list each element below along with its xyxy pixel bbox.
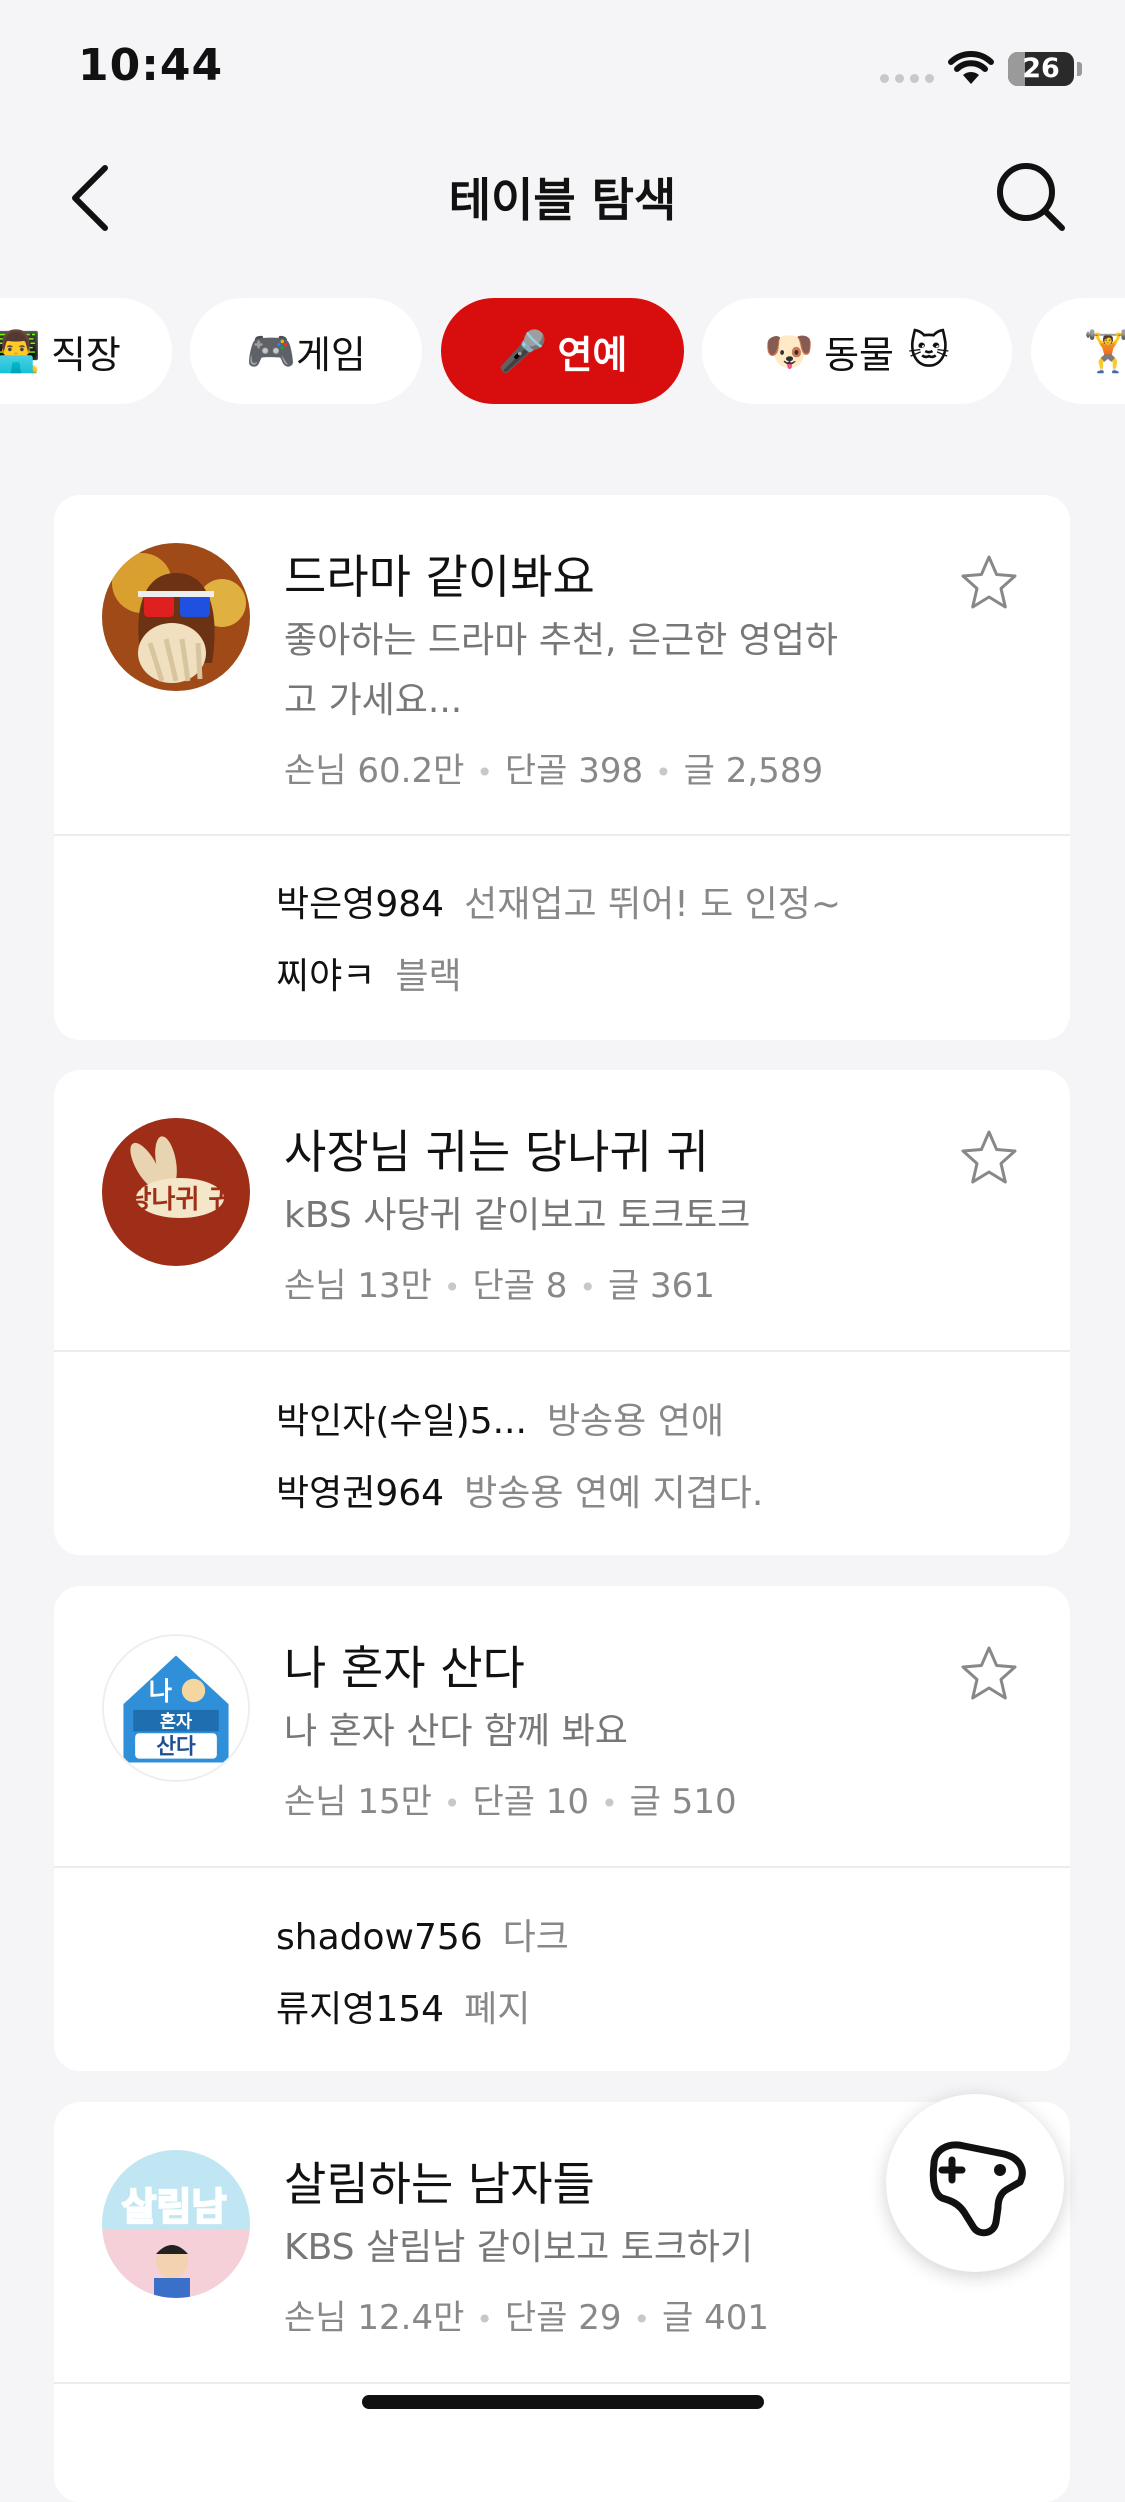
table-title: 나 혼자 산다: [284, 1641, 525, 1695]
comment-text: 방송용 연예 지겹다.: [464, 1473, 764, 1514]
logo-text: 산다: [156, 1735, 196, 1760]
office-worker-icon: 👨‍💻: [0, 328, 41, 375]
regular-count: 단골 10: [472, 1782, 590, 1822]
comment-row[interactable]: shadow756 다크: [276, 1908, 569, 1960]
cat-icon: 🐱: [908, 328, 950, 374]
comment-text: 선재업고 뛰어! 도 인정~: [464, 884, 842, 925]
category-chip-row[interactable]: 👨‍💻 직장 🎮 게임 🎤 연예 🐶 동물 🐱 🏋️: [0, 298, 1125, 410]
table-description: 좋아하는 드라마 추천, 은근한 영업하고 가세요...: [284, 620, 839, 721]
table-avatar: 당나귀 귀: [102, 1118, 250, 1266]
comment-user: 박은영984: [276, 884, 445, 925]
table-stats: 손님 15만 • 단골 10 • 글 510: [284, 1782, 737, 1822]
search-button[interactable]: [990, 156, 1070, 236]
category-label: 연예: [557, 332, 628, 377]
category-chip-work[interactable]: 👨‍💻 직장: [0, 298, 172, 404]
guest-count: 손님 60.2만: [284, 751, 465, 791]
wifi-icon: [948, 51, 994, 84]
guest-count: 손님 13만: [284, 1266, 432, 1306]
logo-text: 나: [149, 1677, 172, 1706]
comment-user: 류지영154: [276, 1989, 445, 2030]
star-icon: [961, 555, 1017, 609]
post-count: 글 361: [607, 1266, 715, 1306]
regular-count: 단골 29: [504, 2298, 622, 2338]
comment-user: 박영권964: [276, 1473, 445, 1514]
table-title: 드라마 같이봐요: [284, 550, 595, 604]
comment-text: 다크: [502, 1917, 569, 1958]
divider: [54, 1350, 1070, 1352]
table-description: 나 혼자 산다 함께 봐요: [284, 1711, 628, 1752]
game-launch-fab[interactable]: [886, 2094, 1064, 2272]
table-stats: 손님 12.4만 • 단골 29 • 글 401: [284, 2298, 770, 2338]
divider: [54, 2382, 1070, 2384]
table-avatar: [102, 543, 250, 691]
table-title: 살림하는 남자들: [284, 2157, 595, 2211]
status-time: 10:44: [78, 40, 224, 91]
favorite-button[interactable]: [954, 1640, 1024, 1710]
post-count: 글 510: [629, 1782, 737, 1822]
table-stats: 손님 60.2만 • 단골 398 • 글 2,589: [284, 751, 824, 791]
table-card[interactable]: 당나귀 귀 사장님 귀는 당나귀 귀 kBS 사당귀 같이보고 토크토크 손님 …: [54, 1070, 1070, 1555]
table-card[interactable]: 드라마 같이봐요 좋아하는 드라마 추천, 은근한 영업하고 가세요... 손님…: [54, 495, 1070, 1040]
comment-row[interactable]: 박인자(수일)5... 방송용 연애: [276, 1392, 724, 1444]
table-stats: 손님 13만 • 단골 8 • 글 361: [284, 1266, 715, 1306]
category-label: 동물: [824, 332, 895, 377]
game-controller-add-icon: [929, 2141, 1026, 2237]
regular-count: 단골 398: [504, 751, 644, 791]
star-icon: [961, 1130, 1017, 1184]
table-card[interactable]: 나 혼자 산다 나 혼자 산다 나 혼자 산다 함께 봐요 손님 15만 • 단골 …: [54, 1586, 1070, 2071]
favorite-button[interactable]: [954, 549, 1024, 619]
page-title: 테이블 탐색: [448, 173, 677, 227]
post-count: 글 401: [662, 2298, 770, 2338]
logo-text: 혼자: [160, 1711, 192, 1732]
comment-user: 찌야ㅋ: [276, 956, 376, 997]
cellular-signal-icon: [880, 74, 934, 83]
comment-row[interactable]: 박은영984 선재업고 뛰어! 도 인정~: [276, 875, 841, 927]
nav-bar: 테이블 탐색: [0, 130, 1125, 260]
comment-text: 방송용 연애: [546, 1401, 724, 1442]
comment-user: shadow756: [276, 1917, 483, 1958]
table-description: KBS 살림남 같이보고 토크하기: [284, 2227, 754, 2268]
comment-text: 블랙: [395, 956, 462, 997]
battery-level: 26: [1022, 53, 1060, 84]
weightlifter-icon: 🏋️: [1083, 328, 1125, 375]
search-icon: [997, 163, 1065, 231]
divider: [54, 1866, 1070, 1868]
logo-text: 당나귀 귀: [128, 1185, 233, 1215]
category-label: 게임: [295, 332, 366, 377]
table-description: kBS 사당귀 같이보고 토크토크: [284, 1195, 751, 1236]
comment-row[interactable]: 박영권964 방송용 연예 지겹다.: [276, 1464, 763, 1516]
table-avatar: 나 혼자 산다: [102, 1634, 250, 1782]
category-chip-entertainment[interactable]: 🎤 연예: [441, 298, 684, 404]
divider: [54, 834, 1070, 836]
guest-count: 손님 15만: [284, 1782, 432, 1822]
home-indicator: [362, 2395, 764, 2409]
dog-icon: 🐶: [764, 328, 815, 375]
table-title: 사장님 귀는 당나귀 귀: [284, 1125, 709, 1179]
category-chip-game[interactable]: 🎮 게임: [190, 298, 422, 404]
comment-row[interactable]: 찌야ㅋ 블랙: [276, 947, 462, 999]
guest-count: 손님 12.4만: [284, 2298, 465, 2338]
post-count: 글 2,589: [683, 751, 824, 791]
comment-text: 폐지: [464, 1989, 531, 2030]
comment-row[interactable]: 류지영154 폐지: [276, 1980, 530, 2032]
category-chip-fitness[interactable]: 🏋️: [1031, 298, 1125, 404]
star-icon: [961, 1646, 1017, 1700]
status-bar: 10:44 26: [0, 0, 1125, 130]
battery-icon: 26: [1008, 52, 1074, 86]
regular-count: 단골 8: [472, 1266, 568, 1306]
game-controller-icon: 🎮: [246, 328, 296, 375]
category-chip-animal[interactable]: 🐶 동물 🐱: [702, 298, 1012, 404]
favorite-button[interactable]: [954, 1124, 1024, 1194]
table-avatar: 살림남: [102, 2150, 250, 2298]
category-label: 직장: [50, 332, 121, 377]
microphone-icon: 🎤: [497, 328, 548, 375]
logo-text: 살림남: [122, 2185, 227, 2229]
comment-user: 박인자(수일)5...: [276, 1401, 527, 1442]
